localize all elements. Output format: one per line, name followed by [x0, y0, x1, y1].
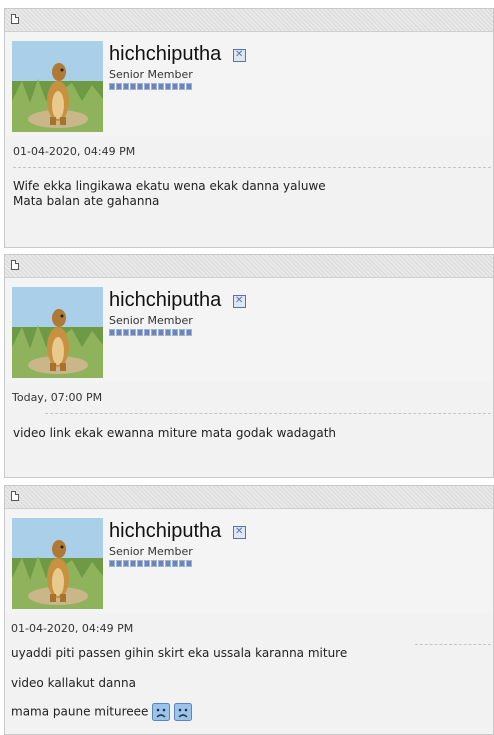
post-message: video link ekak ewanna miture mata godak…	[13, 426, 336, 441]
user-info: hichchiputha ✕ Senior Member	[5, 32, 493, 136]
message-line: Wife ekka lingikawa ekatu wena ekak dann…	[13, 179, 326, 193]
post-header	[5, 9, 493, 32]
post: hichchiputha ✕ Senior Member 01-04-2020,…	[4, 8, 494, 248]
user-title: Senior Member	[109, 68, 193, 81]
post-header	[5, 255, 493, 278]
message-line: video link ekak ewanna miture mata godak…	[13, 426, 337, 440]
offline-status-icon: ✕	[233, 526, 246, 539]
user-title: Senior Member	[109, 314, 193, 327]
message-line: Mata balan ate gahanna	[13, 194, 160, 208]
offline-status-icon: ✕	[233, 49, 246, 62]
message-line: uyaddi piti passen gihin skirt eka ussal…	[11, 646, 348, 660]
user-info: hichchiputha ✕ Senior Member	[5, 509, 493, 613]
username[interactable]: hichchiputha	[109, 289, 221, 312]
post-date: 01-04-2020, 04:49 PM	[11, 622, 134, 635]
reputation-bar	[109, 329, 192, 336]
username[interactable]: hichchiputha	[109, 43, 221, 66]
reputation-bar	[109, 560, 192, 567]
username[interactable]: hichchiputha	[109, 520, 221, 543]
separator	[415, 644, 491, 645]
user-title: Senior Member	[109, 545, 193, 558]
post: hichchiputha ✕ Senior Member 01-04-2020,…	[4, 485, 494, 735]
document-icon	[11, 491, 19, 501]
user-info: hichchiputha ✕ Senior Member	[5, 278, 493, 382]
post-header	[5, 486, 493, 509]
sad-smiley-icon	[174, 703, 193, 721]
post-date: Today, 07:00 PM	[12, 391, 103, 404]
separator	[45, 413, 491, 414]
reputation-bar	[109, 83, 192, 90]
avatar[interactable]	[12, 41, 103, 132]
document-icon	[11, 14, 19, 24]
separator	[13, 167, 491, 168]
offline-status-icon: ✕	[233, 295, 246, 308]
post-date: 01-04-2020, 04:49 PM	[13, 145, 136, 158]
avatar[interactable]	[12, 518, 103, 609]
message-line: mama paune mitureee	[11, 704, 149, 719]
post: hichchiputha ✕ Senior Member Today, 07:0…	[4, 254, 494, 478]
sad-smiley-icon	[152, 703, 171, 721]
document-icon	[11, 260, 19, 270]
avatar[interactable]	[12, 287, 103, 378]
post-message: uyaddi piti passen gihin skirt eka ussal…	[11, 646, 347, 721]
message-line-with-smileys: mama paune mitureee	[11, 703, 347, 721]
message-line: video kallakut danna	[11, 676, 136, 690]
post-message: Wife ekka lingikawa ekatu wena ekak dann…	[13, 179, 326, 209]
